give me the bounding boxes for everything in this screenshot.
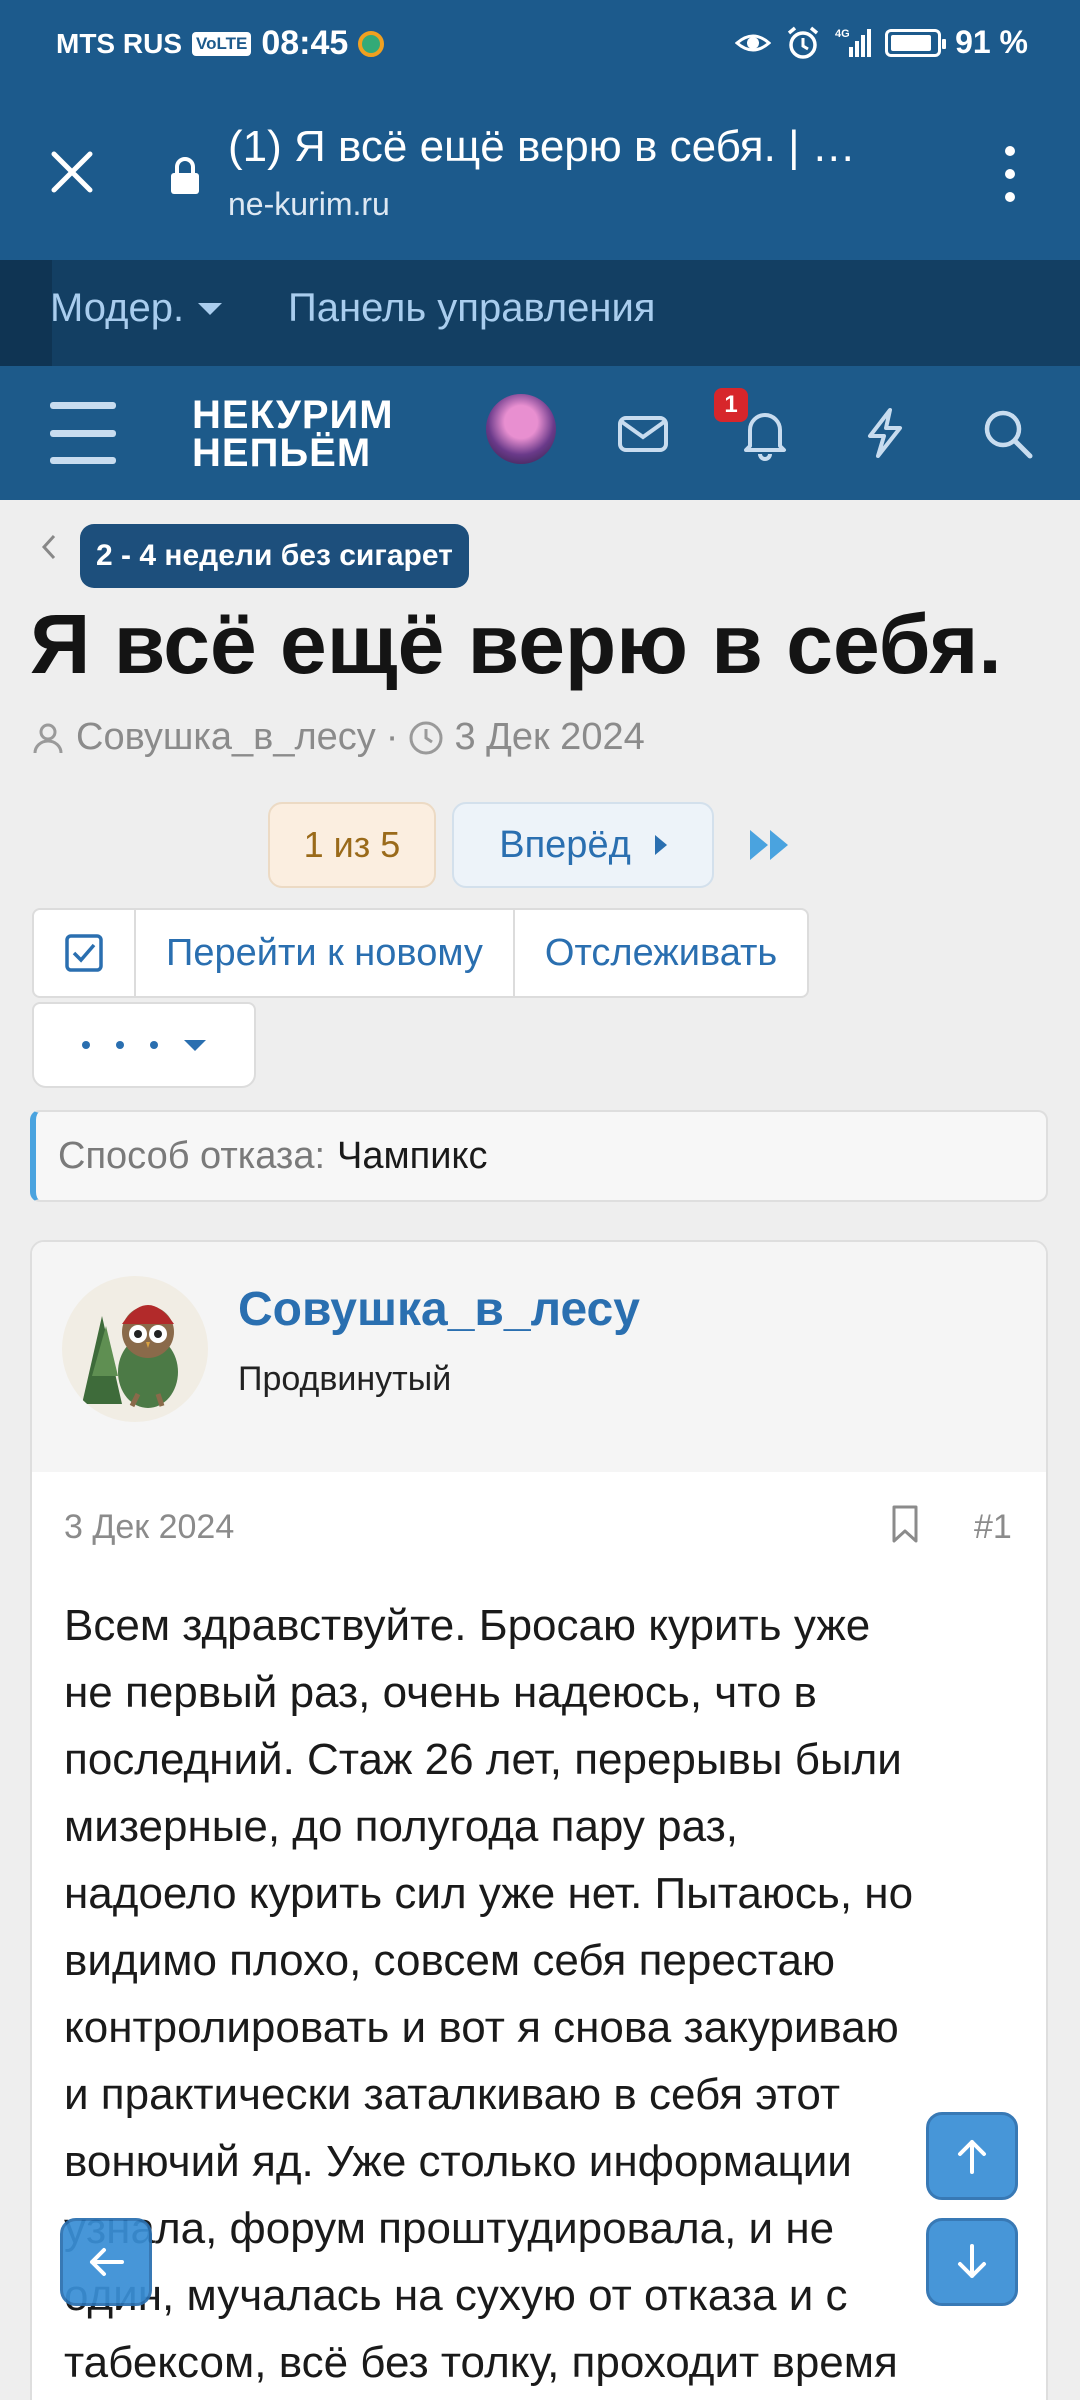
post-line: узнала, форум проштудировала, и не [64,2204,835,2253]
post-username[interactable]: Совушка_в_лесу [238,1282,640,1337]
logo-line-1: НЕКУРИМ [192,393,394,437]
status-bar: MTS RUS VoLTE 08:45 4G 91 % [0,0,1080,90]
arrow-left-icon [90,2248,124,2276]
network-type: 4G [835,28,850,40]
hamburger-menu-icon[interactable] [50,402,116,464]
chevron-left-icon[interactable] [38,532,58,562]
thread-author[interactable]: Совушка_в_лесу [76,716,376,759]
breadcrumb[interactable]: 2 - 4 недели без сигарет [80,524,469,588]
lock-icon[interactable] [168,156,202,196]
post-line: один, мучалась на сухую от отказа и с [64,2271,848,2320]
moderator-bar: Модер. Панель управления [0,260,1080,366]
battery-icon [885,28,947,57]
search-icon[interactable] [978,404,1036,462]
close-icon[interactable] [48,148,96,196]
chevron-down-icon [198,302,223,315]
arrow-up-icon [958,2140,986,2174]
more-actions-button[interactable] [32,1002,256,1088]
more-menu-icon[interactable] [998,146,1022,202]
dot-icon [150,1041,158,1049]
thread-meta: Совушка_в_лесу · 3 Дек 2024 [30,716,645,759]
next-page-label: Вперёд [499,823,631,866]
owl-avatar[interactable] [62,1276,208,1422]
watch-button[interactable]: Отслеживать [515,910,807,996]
last-page-icon[interactable] [748,826,792,864]
site-header: НЕКУРИМ НЕПЬЁМ 1 [0,366,1080,500]
goto-new-button[interactable]: Перейти к новому [136,910,515,996]
moderator-label: Модер. [50,286,185,330]
post-line: табексом, всё без толку, проходит время [64,2338,898,2387]
carrier-name: MTS RUS [56,27,182,59]
logo-line-2: НЕПЬЁМ [192,431,372,475]
select-checkbox[interactable] [34,910,136,996]
signal-icon: 4G [835,28,872,57]
meta-separator: · [385,716,399,758]
notification-badge: 1 [714,388,748,422]
volte-badge: VoLTE [192,31,252,56]
post-line: Всем здравствуйте. Бросаю курить уже [64,1601,871,1650]
post-line: и практически заталкиваю в себя этот [64,2070,841,2119]
control-panel-link[interactable]: Панель управления [288,286,655,331]
bookmark-icon[interactable] [890,1504,920,1544]
post-body: Всем здравствуйте. Бросаю курить уже не … [64,1592,1024,2396]
quit-method-label: Способ отказа: [58,1134,326,1177]
chevron-down-icon [184,1039,206,1051]
chevron-right-icon [654,835,667,855]
page-current[interactable]: 1 из 5 [268,802,436,888]
post-line: видимо плохо, совсем себя перестаю [64,1936,835,1985]
post-date[interactable]: 3 Дек 2024 [64,1508,234,1547]
post-number[interactable]: #1 [974,1508,1012,1547]
user-rank: Продвинутый [238,1360,452,1398]
lightning-icon[interactable] [856,404,914,462]
browser-chrome: MTS RUS VoLTE 08:45 4G 91 % (1) Я всё ещ… [0,0,1080,260]
post-line: вонючий яд. Уже столько информации [64,2137,852,2186]
quit-method-field: Способ отказа: Чампикс [30,1110,1048,1202]
thread-date[interactable]: 3 Дек 2024 [454,716,644,759]
scroll-up-button[interactable] [926,2112,1018,2200]
control-panel-label: Панель управления [288,286,656,330]
scroll-down-button[interactable] [926,2218,1018,2306]
page-url[interactable]: ne-kurim.ru [228,186,390,223]
post-card: Совушка_в_лесу Продвинутый 3 Дек 2024 #1… [30,1240,1048,2400]
alarm-icon [787,26,819,59]
next-page-button[interactable]: Вперёд [452,802,714,888]
modbar-edge [0,260,52,366]
post-line: контролировать и вот я снова закуриваю [64,2003,899,2052]
arrow-down-icon [958,2244,986,2278]
dot-icon [82,1041,90,1049]
back-button[interactable] [60,2218,152,2306]
post-line: мизерные, до полугода пару раз, [64,1802,738,1851]
page-title-bar[interactable]: (1) Я всё ещё верю в себя. | … [228,122,968,172]
user-avatar[interactable] [486,394,556,464]
status-time: 08:45 [261,24,349,62]
app-notification-icon [358,30,385,57]
dot-icon [116,1041,124,1049]
post-line: надоело курить сил уже нет. Пытаюсь, но [64,1869,914,1918]
moderator-menu[interactable]: Модер. [50,286,223,331]
post-line: не первый раз, очень надеюсь, что в [64,1668,817,1717]
post-header: Совушка_в_лесу Продвинутый [32,1242,1046,1472]
eye-icon [735,34,772,51]
quit-method-value: Чампикс [337,1134,488,1177]
battery-percent: 91 % [955,24,1028,60]
site-logo[interactable]: НЕКУРИМ НЕПЬЁМ [192,393,394,475]
post-line: последний. Стаж 26 лет, перерывы были [64,1735,902,1784]
thread-actions: Перейти к новому Отслеживать [32,908,810,998]
user-icon [33,723,63,753]
clock-icon [409,721,443,754]
mail-icon[interactable] [614,404,672,462]
checkbox-icon [65,934,103,972]
thread-title: Я всё ещё верю в себя. [30,597,1002,691]
